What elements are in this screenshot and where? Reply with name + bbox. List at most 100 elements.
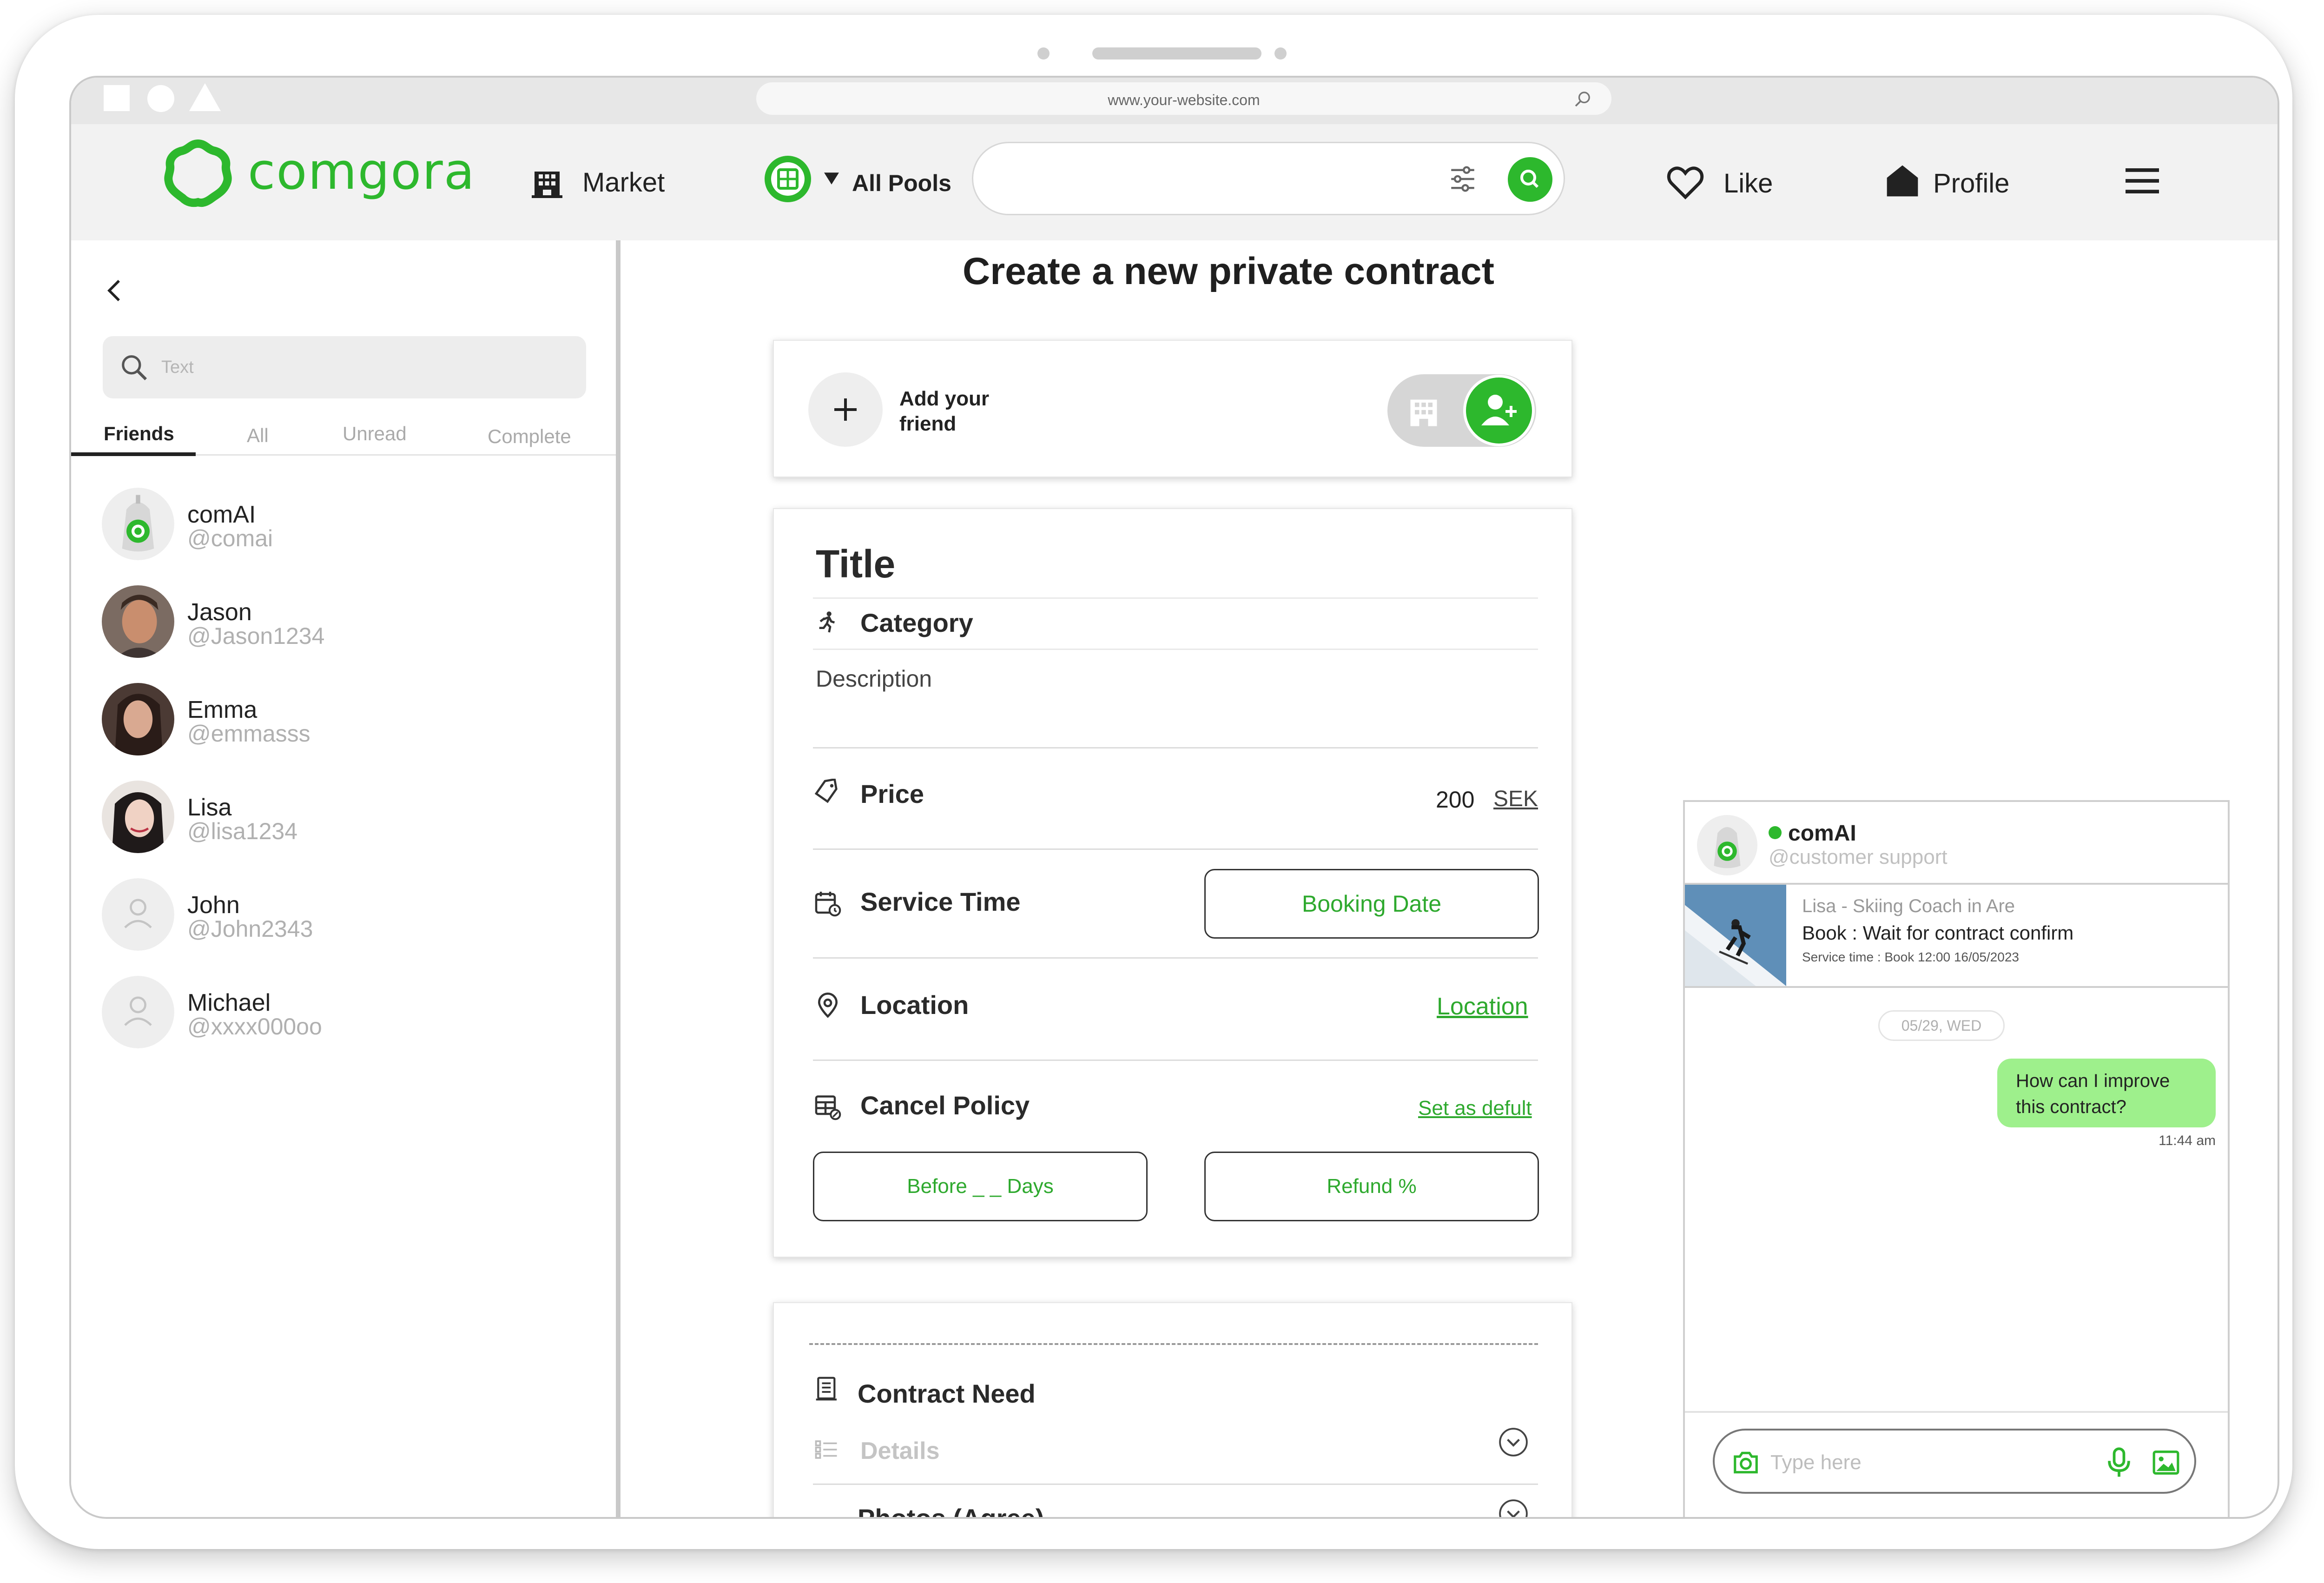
tab-complete[interactable]: Complete — [488, 425, 571, 448]
friend-handle: @lisa1234 — [187, 818, 298, 844]
contract-type-toggle[interactable] — [1387, 374, 1536, 447]
tab-unread[interactable]: Unread — [343, 423, 407, 445]
active-tab-indicator — [71, 452, 196, 456]
price-label: Price — [860, 779, 924, 808]
filter-sliders-icon[interactable] — [1447, 164, 1478, 194]
microphone-icon[interactable] — [2104, 1446, 2134, 1478]
set-default-link[interactable]: Set as defult — [1418, 1097, 1532, 1120]
hamburger-menu-icon[interactable] — [2126, 167, 2159, 195]
window-triangle-icon[interactable] — [189, 83, 221, 111]
divider — [813, 649, 1538, 650]
booking-date-button[interactable]: Booking Date — [1204, 869, 1539, 939]
emma-avatar — [102, 683, 174, 755]
camera-icon[interactable] — [1731, 1448, 1760, 1477]
dashed-divider — [809, 1343, 1538, 1345]
friend-handle: @xxxx000oo — [187, 1013, 322, 1040]
back-chevron-icon[interactable] — [103, 278, 129, 304]
heart-icon[interactable] — [1665, 165, 1705, 200]
booking-status: Book : Wait for contract confirm — [1802, 922, 2074, 944]
divider — [813, 848, 1538, 850]
chat-contact-handle: @customer support — [1769, 846, 1948, 868]
title-field[interactable]: Title — [816, 542, 895, 587]
contract-need-label: Contract Need — [858, 1379, 1036, 1408]
online-status-dot — [1769, 826, 1782, 839]
friend-handle: @emmasss — [187, 721, 310, 747]
booking-service-time: Service time : Book 12:00 16/05/2023 — [1802, 950, 2019, 964]
comgora-logo-icon[interactable] — [163, 138, 233, 208]
logo-text[interactable]: comgora — [248, 143, 475, 201]
friend-name: John — [187, 892, 240, 919]
contract-form-card: Title Category Description Price 200 SEK… — [773, 508, 1572, 1258]
john-avatar-placeholder-icon — [102, 878, 174, 951]
service-time-label: Service Time — [860, 887, 1021, 916]
chevron-down-icon[interactable] — [824, 172, 839, 185]
lisa-avatar — [102, 781, 174, 853]
chat-header: comAI @customer support — [1685, 802, 2228, 885]
divider — [813, 1060, 1538, 1061]
location-pin-icon — [818, 993, 838, 1018]
booking-title: Lisa - Skiing Coach in Are — [1802, 896, 2015, 916]
cancel-policy-label: Cancel Policy — [860, 1091, 1030, 1120]
sensor-dot — [1274, 47, 1287, 60]
tab-all[interactable]: All — [247, 424, 269, 447]
chat-contact-name: comAI — [1788, 821, 1856, 846]
camera-dot — [1037, 47, 1050, 60]
profile-link[interactable]: Profile — [1933, 168, 2009, 199]
currency-selector[interactable]: SEK — [1493, 786, 1538, 812]
window-square-icon[interactable] — [104, 85, 130, 111]
chat-message-input[interactable]: Type here — [1713, 1429, 2196, 1494]
refund-percent-input[interactable]: Refund % — [1204, 1152, 1539, 1221]
pool-building-icon[interactable] — [1406, 394, 1441, 429]
all-pools-dropdown[interactable]: All Pools — [852, 170, 951, 197]
contract-need-card: Contract Need Details Photos (Agree) — [773, 1302, 1572, 1519]
calendar-clock-icon — [815, 892, 841, 917]
chat-message-bubble: How can I improve this contract? — [1997, 1059, 2216, 1127]
search-submit-icon[interactable] — [1508, 157, 1552, 202]
expand-chevron-icon[interactable] — [1498, 1498, 1529, 1519]
price-tag-icon — [814, 779, 838, 803]
url-search-icon[interactable] — [1573, 90, 1592, 108]
cancel-policy-calendar-icon — [815, 1095, 841, 1120]
comai-avatar — [1697, 815, 1757, 875]
location-link[interactable]: Location — [1437, 993, 1528, 1020]
friend-name: Emma — [187, 696, 257, 723]
jason-avatar — [102, 585, 174, 658]
screen: www.your-website.com comgora Market All … — [69, 76, 2279, 1519]
details-field[interactable]: Details — [860, 1437, 940, 1465]
skiing-photo — [1685, 885, 1786, 986]
add-friend-card: Add your friend — [773, 340, 1572, 477]
chat-input-placeholder: Type here — [1770, 1451, 1862, 1474]
friend-name: Lisa — [187, 794, 232, 821]
main-search-input[interactable] — [972, 142, 1565, 215]
home-icon[interactable] — [1884, 162, 1921, 199]
expand-chevron-icon[interactable] — [1498, 1427, 1529, 1457]
add-plus-button[interactable] — [808, 372, 883, 447]
booking-summary-card[interactable]: Lisa - Skiing Coach in Are Book : Wait f… — [1685, 885, 2228, 988]
before-days-input[interactable]: Before _ _ Days — [813, 1152, 1148, 1221]
browser-chrome: www.your-website.com — [71, 78, 2278, 124]
speaker-bar — [1092, 47, 1261, 60]
tab-friends[interactable]: Friends — [104, 423, 174, 445]
pool-selector-icon[interactable] — [764, 155, 812, 203]
add-user-icon[interactable] — [1463, 374, 1535, 447]
like-link[interactable]: Like — [1723, 168, 1773, 199]
description-field[interactable]: Description — [816, 665, 932, 692]
market-building-icon[interactable] — [530, 166, 564, 199]
friend-handle: @John2343 — [187, 916, 313, 942]
price-value-input[interactable]: 200 — [1436, 786, 1474, 813]
friend-search-input[interactable]: Text — [103, 336, 586, 398]
document-icon — [816, 1377, 837, 1401]
window-circle-icon[interactable] — [147, 85, 174, 112]
category-field[interactable]: Category — [860, 608, 973, 638]
search-icon — [122, 355, 147, 381]
photos-label: Photos (Agree) — [858, 1504, 1044, 1519]
url-bar[interactable]: www.your-website.com — [756, 82, 1611, 115]
friend-name: Jason — [187, 599, 252, 626]
add-friend-label: Add your friend — [899, 387, 990, 435]
image-gallery-icon[interactable] — [2152, 1448, 2180, 1477]
friend-handle: @Jason1234 — [187, 623, 325, 649]
url-text: www.your-website.com — [1108, 92, 1260, 108]
market-link[interactable]: Market — [582, 167, 665, 198]
location-label: Location — [860, 990, 969, 1020]
chat-window: comAI @customer support Lisa - Skiing Co… — [1683, 800, 2230, 1517]
